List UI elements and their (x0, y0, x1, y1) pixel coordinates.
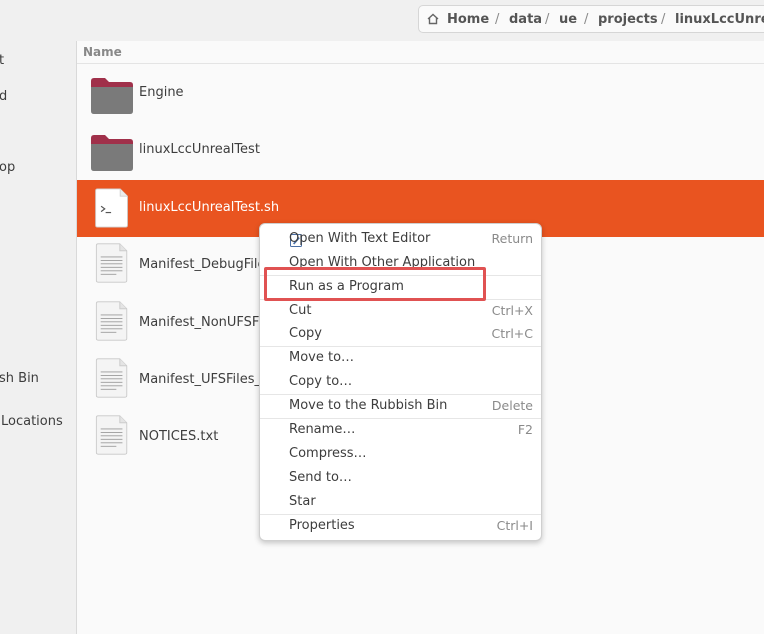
sidebar-item-3[interactable]: op (0, 160, 15, 175)
menu-item-shortcut: Ctrl+X (491, 303, 533, 318)
menu-item-label: Open With Text Editor (289, 231, 431, 246)
column-header-name[interactable]: Name (83, 45, 122, 59)
breadcrumb-separator: / (661, 12, 666, 27)
file-name: Engine (139, 85, 184, 100)
breadcrumb-ue[interactable]: ue (559, 12, 577, 27)
text-file-icon (95, 243, 128, 283)
menu-item-copy[interactable]: Copy Ctrl+C (260, 323, 541, 346)
menu-item-cut[interactable]: Cut Ctrl+X (260, 300, 541, 323)
breadcrumb-home[interactable]: Home (447, 12, 489, 27)
home-icon[interactable] (427, 13, 439, 25)
menu-item-move-to-rubbish-bin[interactable]: Move to the Rubbish Bin Delete (260, 395, 541, 418)
menu-item-label: Move to the Rubbish Bin (289, 398, 448, 413)
menu-item-send-to[interactable]: Send to… (260, 467, 541, 490)
file-row[interactable]: Engine (77, 65, 764, 122)
terminal-script-icon (95, 188, 128, 228)
header-bar: Home / data / ue / projects / linuxLccUn… (0, 0, 764, 42)
menu-item-label: Cut (289, 303, 312, 318)
menu-item-rename[interactable]: Rename… F2 (260, 419, 541, 442)
menu-item-properties[interactable]: Properties Ctrl+I (260, 515, 541, 538)
annotation-highlight-box (264, 267, 486, 301)
menu-item-move-to[interactable]: Move to… (260, 347, 541, 370)
menu-item-label: Move to… (289, 350, 355, 365)
menu-item-shortcut: Ctrl+I (496, 518, 533, 533)
sidebar: t d op sh Bin Locations (0, 41, 77, 634)
menu-item-open-with-text-editor[interactable]: Open With Text Editor Return (260, 228, 541, 251)
breadcrumb-data[interactable]: data (509, 12, 542, 27)
file-name: NOTICES.txt (139, 429, 219, 444)
sidebar-item-2[interactable]: d (0, 89, 7, 104)
folder-icon (91, 135, 133, 171)
menu-item-label: Send to… (289, 470, 352, 485)
menu-item-star[interactable]: Star (260, 491, 541, 514)
file-row[interactable]: linuxLccUnrealTest (77, 122, 764, 179)
file-name: Manifest_NonUFSFi (139, 315, 263, 330)
breadcrumb-projects[interactable]: projects (598, 12, 658, 27)
sidebar-item-other-locations[interactable]: Locations (1, 414, 63, 429)
menu-item-label: Star (289, 494, 316, 509)
menu-item-shortcut: Ctrl+C (491, 326, 533, 341)
menu-item-compress[interactable]: Compress… (260, 443, 541, 466)
breadcrumb-linuxlccunreal[interactable]: linuxLccUnrea (675, 12, 764, 27)
menu-item-label: Copy to… (289, 374, 353, 389)
menu-item-label: Rename… (289, 422, 356, 437)
folder-icon (91, 78, 133, 114)
text-file-icon (95, 301, 128, 341)
text-file-icon (95, 358, 128, 398)
menu-item-shortcut: F2 (517, 422, 533, 437)
sidebar-item-rubbish-bin[interactable]: sh Bin (0, 371, 39, 386)
breadcrumb-separator: / (545, 12, 550, 27)
menu-item-label: Copy (289, 326, 322, 341)
header-divider (77, 63, 764, 64)
file-name: Manifest_UFSFiles_ (139, 372, 262, 387)
file-name: linuxLccUnrealTest (139, 142, 260, 157)
menu-item-copy-to[interactable]: Copy to… (260, 371, 541, 394)
file-name: Manifest_DebugFile (139, 257, 266, 272)
breadcrumb-separator: / (495, 12, 500, 27)
menu-item-shortcut: Return (491, 231, 533, 246)
sidebar-item-1[interactable]: t (0, 53, 4, 68)
path-bar[interactable]: Home / data / ue / projects / linuxLccUn… (418, 5, 764, 33)
text-file-icon (95, 415, 128, 455)
breadcrumb-separator: / (584, 12, 589, 27)
file-name: linuxLccUnrealTest.sh (139, 200, 280, 215)
menu-item-shortcut: Delete (491, 398, 533, 413)
menu-item-label: Properties (289, 518, 355, 533)
menu-item-label: Compress… (289, 446, 367, 461)
